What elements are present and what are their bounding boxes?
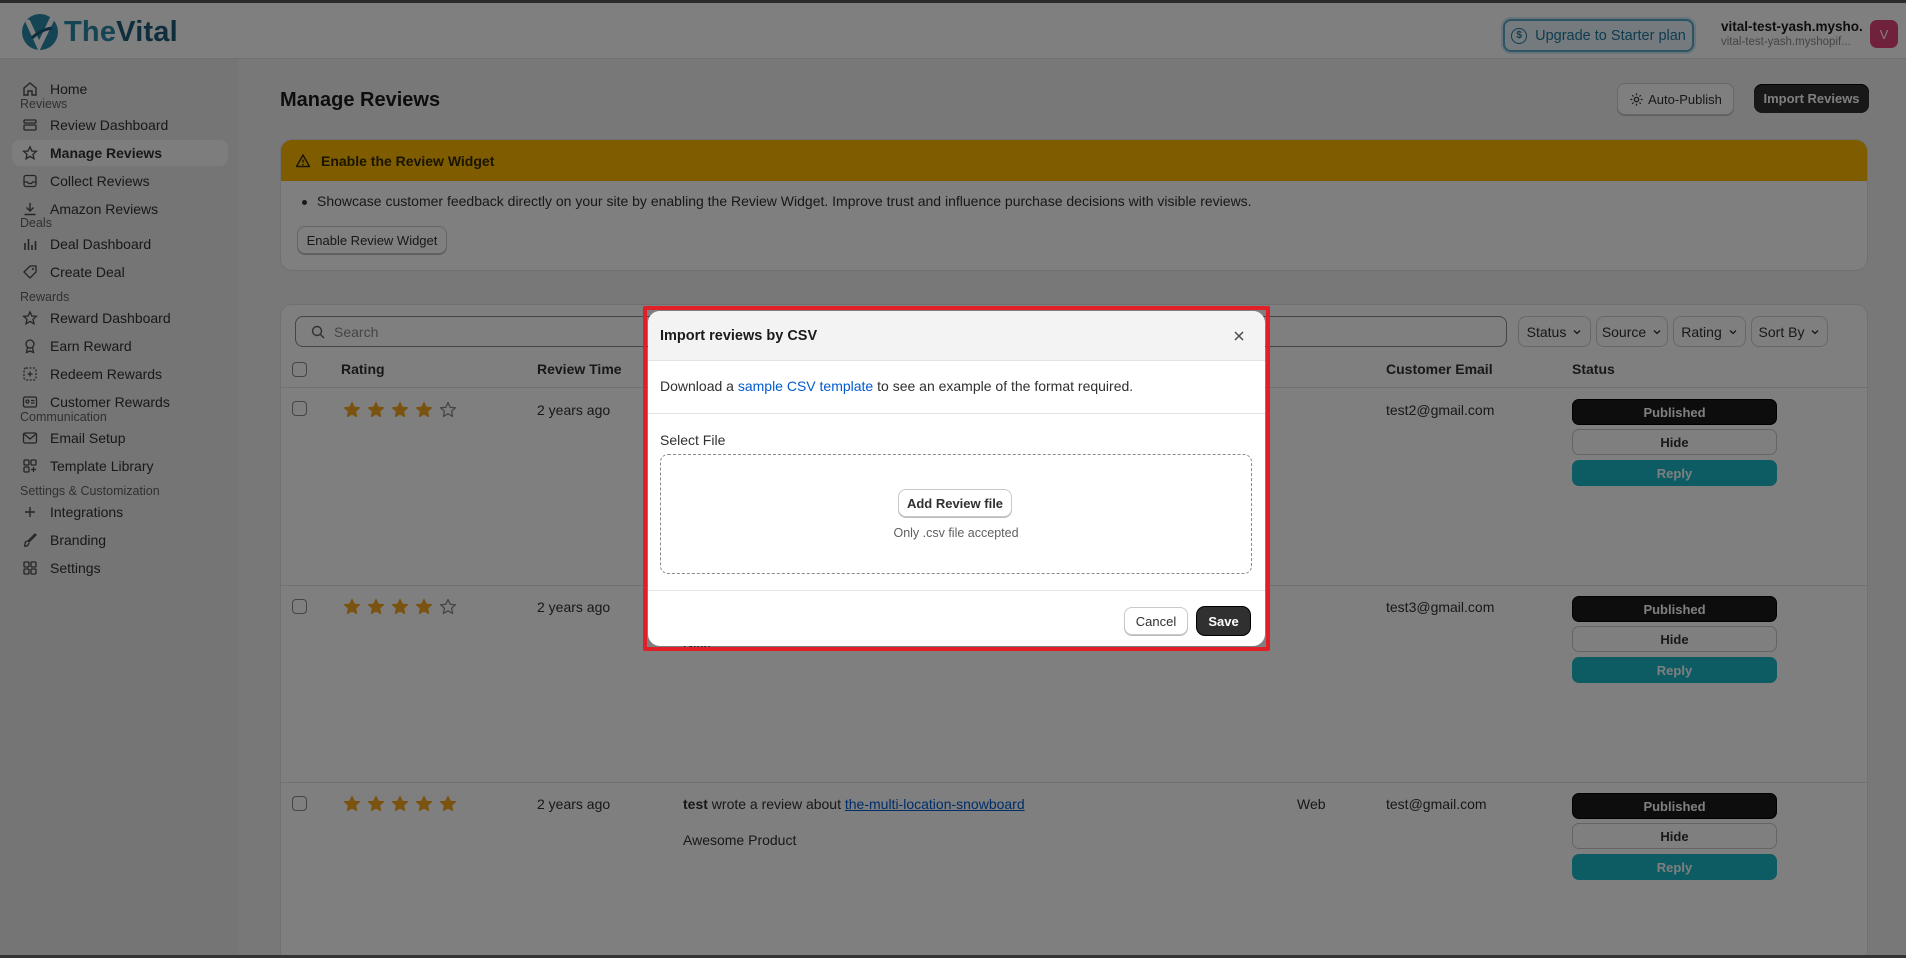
modal-title: Import reviews by CSV xyxy=(660,327,818,344)
file-dropzone[interactable]: Add Review file Only .csv file accepted xyxy=(660,454,1252,574)
modal-description: Download a sample CSV template to see an… xyxy=(648,361,1265,414)
modal-header: Import reviews by CSV xyxy=(648,311,1265,361)
select-file-label: Select File xyxy=(660,432,726,448)
sample-csv-link[interactable]: sample CSV template xyxy=(738,378,873,394)
cancel-button[interactable]: Cancel xyxy=(1124,607,1188,635)
close-icon xyxy=(1234,331,1244,341)
save-button[interactable]: Save xyxy=(1197,607,1250,635)
description-prefix: Download a xyxy=(660,378,738,394)
import-csv-modal: Import reviews by CSV Download a sample … xyxy=(648,311,1265,646)
modal-footer-divider xyxy=(648,590,1265,591)
description-suffix: to see an example of the format required… xyxy=(873,378,1134,394)
file-type-hint: Only .csv file accepted xyxy=(893,526,1019,540)
close-button[interactable] xyxy=(1229,326,1249,346)
add-review-file-button[interactable]: Add Review file xyxy=(898,489,1012,517)
